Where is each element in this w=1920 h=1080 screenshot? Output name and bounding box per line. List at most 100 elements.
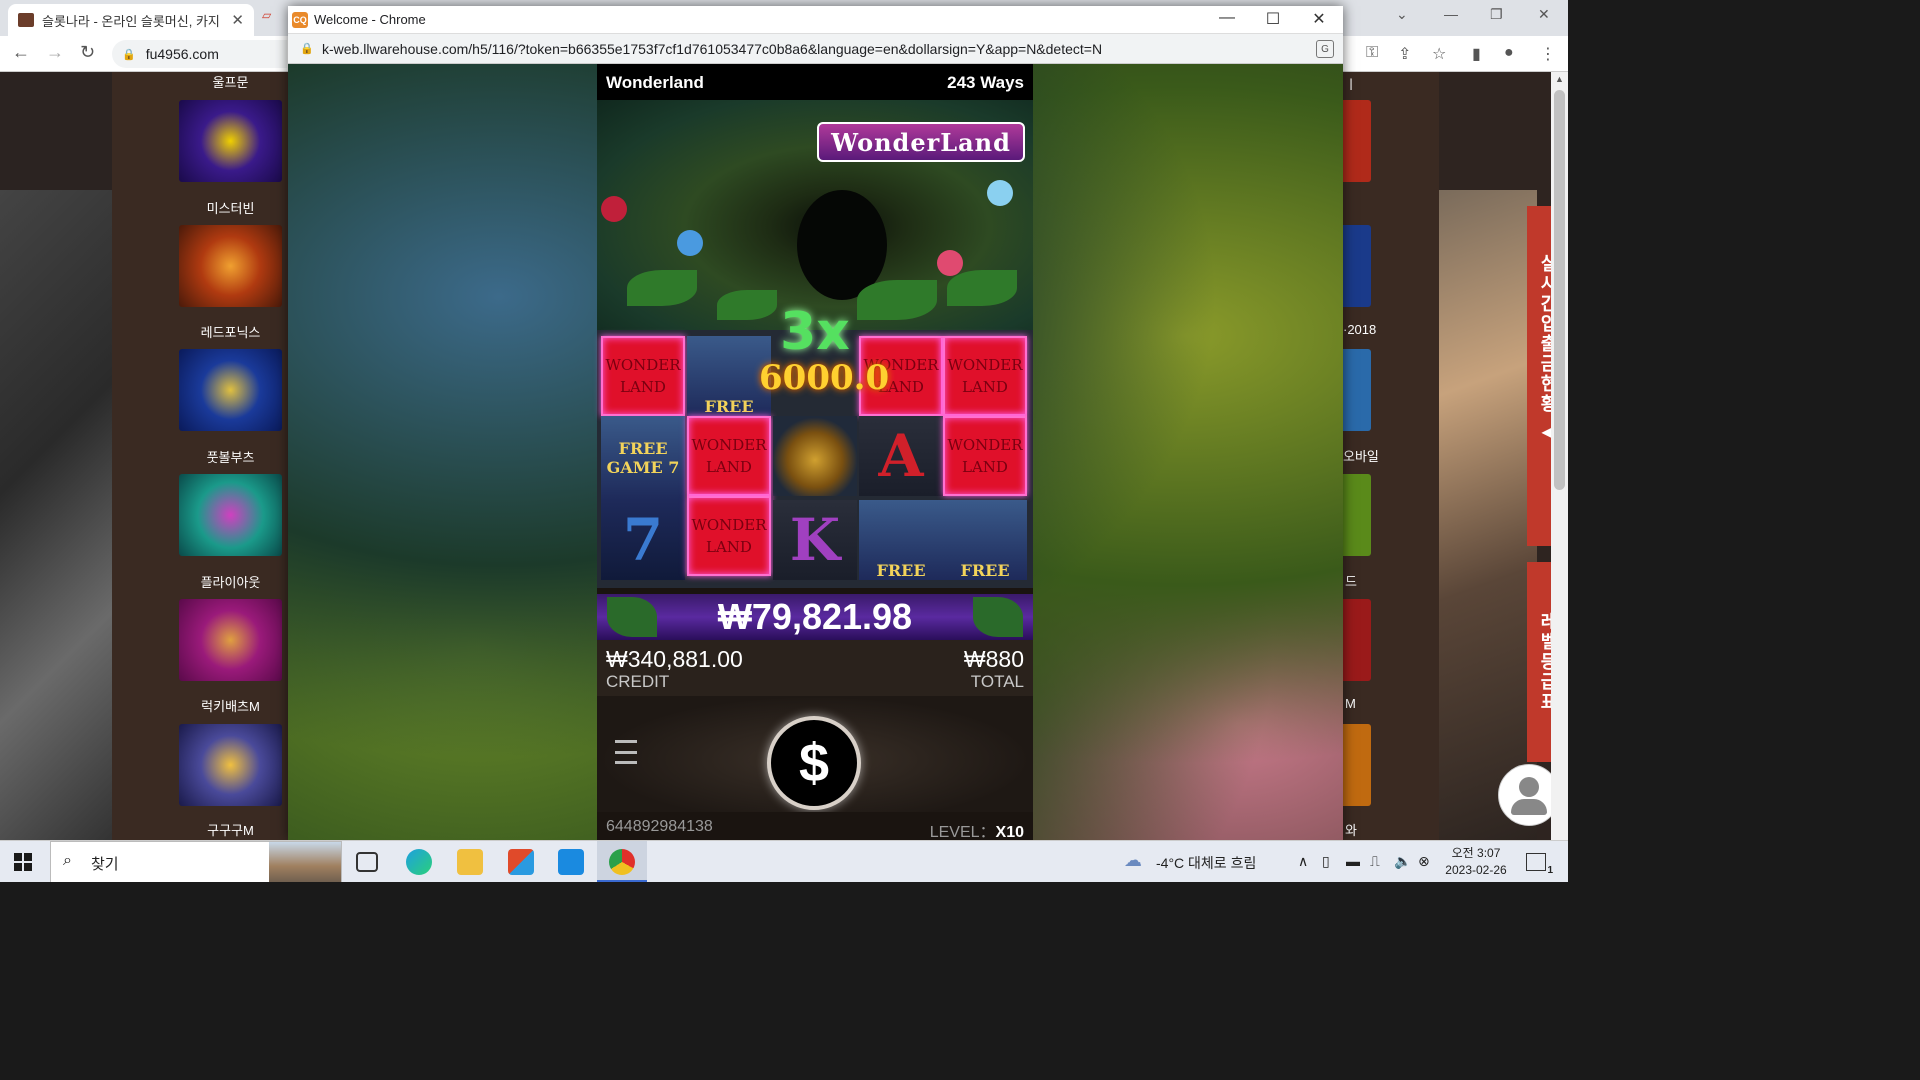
clock-date: 2023-02-26 bbox=[1445, 863, 1507, 877]
leaf-decoration bbox=[947, 270, 1017, 306]
game-footer: 644892984138 LEVEL：X10 bbox=[597, 812, 1033, 840]
balance-panel: ₩340,881.00 CREDIT ₩880 TOTAL bbox=[597, 640, 1033, 696]
popup-window-title: Welcome - Chrome bbox=[314, 12, 426, 27]
mail-icon[interactable] bbox=[558, 849, 584, 875]
close-window-icon[interactable]: ✕ bbox=[1538, 6, 1550, 23]
spin-button[interactable]: $ bbox=[767, 716, 861, 810]
menu-kebab-icon[interactable]: ⋮ bbox=[1540, 44, 1556, 64]
popup-url[interactable]: k-web.llwarehouse.com/h5/116/?token=b663… bbox=[322, 41, 1102, 57]
game-thumbnail[interactable] bbox=[179, 100, 282, 182]
game-thumbnail-partial[interactable] bbox=[1343, 225, 1371, 307]
bookmark-star-icon[interactable]: ☆ bbox=[1432, 44, 1446, 64]
volume-icon[interactable]: 🔈 bbox=[1394, 853, 1411, 870]
microsoft-store-icon[interactable] bbox=[508, 849, 534, 875]
game-tile[interactable]: 플라이아웃 bbox=[179, 474, 282, 590]
page-scrollbar[interactable]: ▲ bbox=[1551, 72, 1568, 840]
reload-icon[interactable]: ↻ bbox=[80, 42, 95, 63]
game-tile[interactable]: 럭키배츠M bbox=[179, 599, 282, 714]
edge-browser-icon[interactable] bbox=[406, 849, 432, 875]
game-thumbnail-partial[interactable] bbox=[1343, 724, 1371, 806]
game-thumbnail-partial[interactable] bbox=[1343, 474, 1371, 556]
round-id: 644892984138 bbox=[606, 818, 713, 835]
game-thumbnail[interactable] bbox=[179, 724, 282, 806]
slot-game: Wonderland 243 Ways WonderLand WONDER LA… bbox=[597, 64, 1033, 840]
tab-search-icon[interactable]: ⌄ bbox=[1396, 6, 1408, 23]
win-amount: ₩79,821.98 bbox=[717, 596, 913, 637]
windows-taskbar: ⌕ 찾기 ☁ -4°C 대체로 흐림 ∧ ▯ ▬ ⎍ 🔈 ⊗ 오전 3:07 2… bbox=[0, 840, 1568, 882]
game-tile[interactable]: 풋볼부츠 bbox=[179, 349, 282, 465]
red-flower-icon bbox=[601, 196, 627, 222]
popup-content: Wonderland 243 Ways WonderLand WONDER LA… bbox=[288, 64, 1343, 840]
network-icon[interactable]: ⎍ bbox=[1370, 853, 1380, 870]
game-thumbnail[interactable] bbox=[179, 349, 282, 431]
background-tab[interactable]: 슬롯나라 - 온라인 슬롯머신, 카지 ✕ bbox=[8, 4, 254, 36]
popup-maximize-icon[interactable]: ☐ bbox=[1258, 9, 1288, 29]
game-label-partial: ㅣ bbox=[1345, 77, 1357, 92]
weather-text[interactable]: -4°C 대체로 흐림 bbox=[1156, 853, 1256, 873]
popup-address-bar[interactable]: 🔒 k-web.llwarehouse.com/h5/116/?token=b6… bbox=[288, 34, 1343, 64]
second-tab-icon[interactable]: ▱ bbox=[262, 8, 286, 28]
minimize-icon[interactable]: — bbox=[1444, 6, 1458, 22]
device-icon[interactable]: ▯ bbox=[1322, 853, 1330, 870]
key-icon[interactable]: ⚿ bbox=[1366, 44, 1378, 62]
symbol-free-game-seven: FREE GAME 7 bbox=[601, 416, 685, 500]
popup-title-bar[interactable]: CQ Welcome - Chrome — ☐ ✕ bbox=[288, 6, 1343, 34]
leaf-decoration bbox=[607, 597, 657, 637]
profile-icon[interactable]: ● bbox=[1504, 44, 1514, 62]
popup-lock-icon[interactable]: 🔒 bbox=[300, 42, 314, 55]
file-explorer-icon[interactable] bbox=[457, 849, 483, 875]
notification-icon[interactable]: 1 bbox=[1526, 853, 1553, 876]
game-label-partial: 와 bbox=[1345, 823, 1357, 838]
game-thumbnail-partial[interactable] bbox=[1343, 599, 1371, 681]
game-thumbnail[interactable] bbox=[179, 225, 282, 307]
level-label: LEVEL： bbox=[929, 824, 996, 840]
notification-count: 1 bbox=[1547, 865, 1553, 876]
scroll-up-icon[interactable]: ▲ bbox=[1555, 74, 1564, 84]
popup-close-icon[interactable]: ✕ bbox=[1304, 9, 1334, 29]
chrome-icon[interactable] bbox=[609, 849, 635, 875]
search-icon: ⌕ bbox=[63, 852, 72, 869]
share-icon[interactable]: ⇪ bbox=[1398, 44, 1411, 64]
tray-overflow-icon[interactable]: ∧ bbox=[1298, 853, 1308, 870]
game-tile[interactable]: 구구구M bbox=[179, 724, 282, 838]
leaf-decoration bbox=[627, 270, 697, 306]
game-tile[interactable]: 미스터빈 bbox=[179, 100, 282, 216]
weather-icon[interactable]: ☁ bbox=[1124, 850, 1142, 871]
windows-start-icon[interactable] bbox=[14, 853, 32, 871]
battery-icon[interactable]: ▬ bbox=[1346, 853, 1360, 869]
credit-value: ₩340,881.00 bbox=[606, 646, 743, 672]
wonderland-logo: WonderLand bbox=[817, 122, 1025, 162]
forward-icon[interactable]: → bbox=[46, 42, 64, 63]
game-thumbnail[interactable] bbox=[179, 474, 282, 556]
taskbar-search[interactable]: ⌕ 찾기 bbox=[50, 841, 342, 882]
task-view-icon[interactable] bbox=[356, 852, 378, 872]
popup-window: CQ Welcome - Chrome — ☐ ✕ 🔒 k-web.llware… bbox=[288, 6, 1343, 840]
popup-minimize-icon[interactable]: — bbox=[1212, 9, 1242, 27]
back-icon[interactable]: ← bbox=[12, 42, 30, 63]
background-address-bar[interactable]: 🔒 fu4956.com bbox=[112, 40, 287, 68]
hamburger-menu-icon[interactable] bbox=[615, 740, 641, 764]
lock-icon: 🔒 bbox=[122, 48, 136, 61]
ways-count: 243 Ways bbox=[947, 73, 1024, 92]
level-value: X10 bbox=[995, 824, 1024, 840]
game-header: Wonderland 243 Ways bbox=[597, 64, 1033, 100]
translate-icon[interactable]: G bbox=[1316, 40, 1334, 58]
game-thumbnail-partial[interactable] bbox=[1343, 349, 1371, 431]
scrollbar-thumb[interactable] bbox=[1554, 90, 1565, 490]
game-label-partial: M bbox=[1345, 696, 1356, 711]
symbol-rabbit-free: FREE bbox=[859, 500, 943, 580]
game-list-left: 울프문 미스터빈 레드포닉스 풋볼부츠 플라이아웃 럭키배츠M 구구구M bbox=[112, 72, 288, 840]
total-bet-value[interactable]: ₩880 bbox=[964, 646, 1024, 673]
mic-muted-icon[interactable]: ⊗ bbox=[1418, 853, 1430, 870]
game-thumbnail[interactable] bbox=[179, 599, 282, 681]
win-amount-bar: ₩79,821.98 bbox=[597, 594, 1033, 640]
game-tile[interactable]: 레드포닉스 bbox=[179, 225, 282, 340]
game-label: 풋볼부츠 bbox=[206, 450, 255, 465]
game-thumbnail-partial[interactable] bbox=[1343, 100, 1371, 182]
close-tab-icon[interactable]: ✕ bbox=[231, 11, 244, 29]
symbol-rabbit-free: FREE bbox=[943, 500, 1027, 580]
restore-icon[interactable]: ❐ bbox=[1490, 6, 1503, 23]
side-panel-icon[interactable]: ▮ bbox=[1472, 44, 1481, 64]
site-favicon-icon bbox=[18, 13, 34, 27]
system-clock[interactable]: 오전 3:07 2023-02-26 bbox=[1440, 845, 1512, 879]
